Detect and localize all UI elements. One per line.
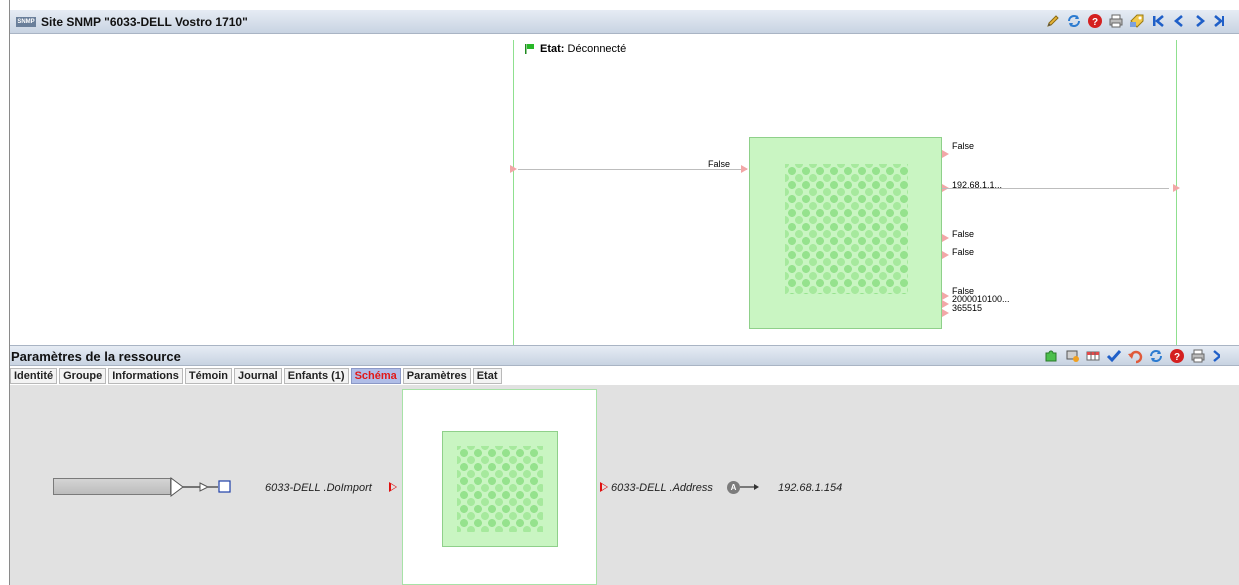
tab-journal[interactable]: Journal: [234, 368, 282, 384]
bottom-toolbar: ?: [1042, 347, 1220, 365]
previous-icon[interactable]: [1170, 12, 1188, 30]
undo-icon[interactable]: [1126, 347, 1144, 365]
output-label-3: False: [952, 229, 975, 239]
tab-temoin[interactable]: Témoin: [184, 368, 232, 384]
schema-function-block[interactable]: [442, 431, 558, 547]
monitor-icon[interactable]: [1063, 347, 1081, 365]
more-icon[interactable]: [1210, 347, 1220, 365]
input-slider[interactable]: [53, 478, 171, 495]
input-value-label: False: [708, 159, 731, 169]
first-icon[interactable]: [1149, 12, 1167, 30]
output-endpoint-arrow[interactable]: [1173, 184, 1180, 192]
schema-output-label: 6033-DELL .Address: [611, 482, 713, 494]
help-icon[interactable]: ?: [1086, 12, 1104, 30]
output-signal-arrow-inner: [602, 484, 607, 490]
print-icon[interactable]: [1189, 347, 1207, 365]
output-port-arrow: [942, 150, 949, 158]
svg-text:?: ?: [1174, 352, 1180, 363]
output-label-4: False: [952, 247, 975, 257]
schema-input-label: 6033-DELL .DoImport: [265, 482, 372, 494]
resource-panel-title: Paramètres de la ressource: [11, 349, 181, 364]
output-port-arrow: [942, 292, 949, 300]
tab-groupe[interactable]: Groupe: [59, 368, 107, 384]
output-arrow-icon: [740, 484, 759, 490]
refresh-icon[interactable]: [1147, 347, 1165, 365]
output-label-7: 365515: [952, 303, 983, 313]
top-diagram: Etat: Déconnecté False False 192.68.1.1.…: [10, 34, 1239, 345]
output-port-arrow: [942, 309, 949, 317]
state-flag-icon: [525, 44, 534, 54]
tab-informations[interactable]: Informations: [108, 368, 183, 384]
output-label-1: False: [952, 141, 975, 151]
schema-canvas: [402, 389, 597, 585]
resource-panel-header: Paramètres de la ressource ?: [10, 345, 1239, 366]
output-boundary-line: [1176, 40, 1177, 345]
address-badge-icon: A: [727, 481, 740, 494]
block-input-arrow: [741, 165, 748, 173]
refresh-icon[interactable]: [1065, 12, 1083, 30]
window-titlebar: SNMP Site SNMP "6033-DELL Vostro 1710" ?: [10, 10, 1239, 34]
next-icon[interactable]: [1191, 12, 1209, 30]
tag-icon[interactable]: [1128, 12, 1146, 30]
help-icon[interactable]: ?: [1168, 347, 1186, 365]
edit-icon[interactable]: [1044, 12, 1062, 30]
top-toolbar: ?: [1044, 12, 1224, 30]
state-indicator: Etat: Déconnecté: [540, 43, 626, 55]
tab-enfants[interactable]: Enfants (1): [283, 368, 349, 384]
schema-block-pattern: [457, 446, 543, 532]
table-icon[interactable]: [1084, 347, 1102, 365]
output-port-arrow: [942, 300, 949, 308]
output-port-arrow: [942, 251, 949, 259]
tab-identite[interactable]: Identité: [10, 368, 58, 384]
schema-output-value: 192.68.1.154: [778, 482, 843, 494]
check-icon[interactable]: [1105, 347, 1123, 365]
last-icon[interactable]: [1212, 12, 1224, 30]
tab-schema[interactable]: Schéma: [350, 368, 401, 384]
print-icon[interactable]: [1107, 12, 1125, 30]
input-connector-icon: [170, 477, 231, 497]
function-block[interactable]: [749, 137, 942, 329]
puzzle-icon[interactable]: [1042, 347, 1060, 365]
block-pattern: [785, 164, 908, 294]
output-port-arrow: [942, 234, 949, 242]
tab-etat[interactable]: Etat: [472, 368, 502, 384]
window-title: Site SNMP "6033-DELL Vostro 1710": [41, 15, 248, 29]
resource-tabs: Identité Groupe Informations Témoin Jour…: [10, 368, 502, 385]
input-signal-arrow-inner: [391, 484, 396, 490]
output-connection-line: [942, 188, 1169, 189]
input-connection-line: [518, 169, 747, 170]
state-label: Etat:: [540, 43, 565, 55]
input-boundary-line: [513, 40, 514, 345]
svg-text:?: ?: [1092, 17, 1098, 28]
schema-area: 6033-DELL .DoImport 6033-DELL .Address A…: [10, 385, 1239, 585]
input-port-arrow[interactable]: [510, 165, 517, 173]
tab-parametres[interactable]: Paramètres: [402, 368, 471, 384]
state-value: Déconnecté: [567, 43, 627, 55]
snmp-logo: SNMP: [16, 17, 36, 27]
